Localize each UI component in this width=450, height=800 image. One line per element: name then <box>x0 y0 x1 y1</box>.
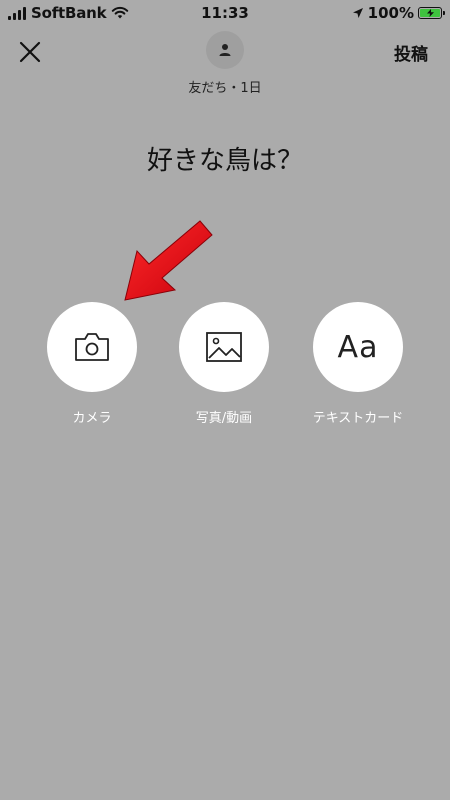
red-arrow-annotation <box>124 220 213 301</box>
camera-option[interactable]: カメラ <box>47 302 137 426</box>
location-arrow-icon <box>352 8 363 18</box>
close-button[interactable] <box>16 38 44 66</box>
camera-icon <box>75 333 109 361</box>
charging-bolt-icon <box>426 9 434 17</box>
battery-icon <box>418 7 445 19</box>
post-button[interactable]: 投稿 <box>394 40 428 65</box>
status-bar: SoftBank 11:33 100% <box>0 0 450 26</box>
text-card-option[interactable]: Aa テキストカード <box>313 302 403 426</box>
user-icon <box>219 44 231 56</box>
image-icon <box>206 332 242 362</box>
status-right: 100% <box>352 4 445 22</box>
text-card-icon: Aa <box>337 329 379 365</box>
close-icon <box>19 41 41 63</box>
text-card-button[interactable]: Aa <box>313 302 403 392</box>
avatar[interactable] <box>206 31 244 69</box>
photo-video-option[interactable]: 写真/動画 <box>179 302 269 426</box>
text-card-label: テキストカード <box>312 411 404 426</box>
question-text: 好きな鳥は？ <box>146 146 303 176</box>
camera-button[interactable] <box>47 302 137 392</box>
audience-label[interactable]: 友だち・1日 <box>0 77 450 96</box>
photo-video-button[interactable] <box>179 302 269 392</box>
battery-percentage: 100% <box>367 4 414 22</box>
